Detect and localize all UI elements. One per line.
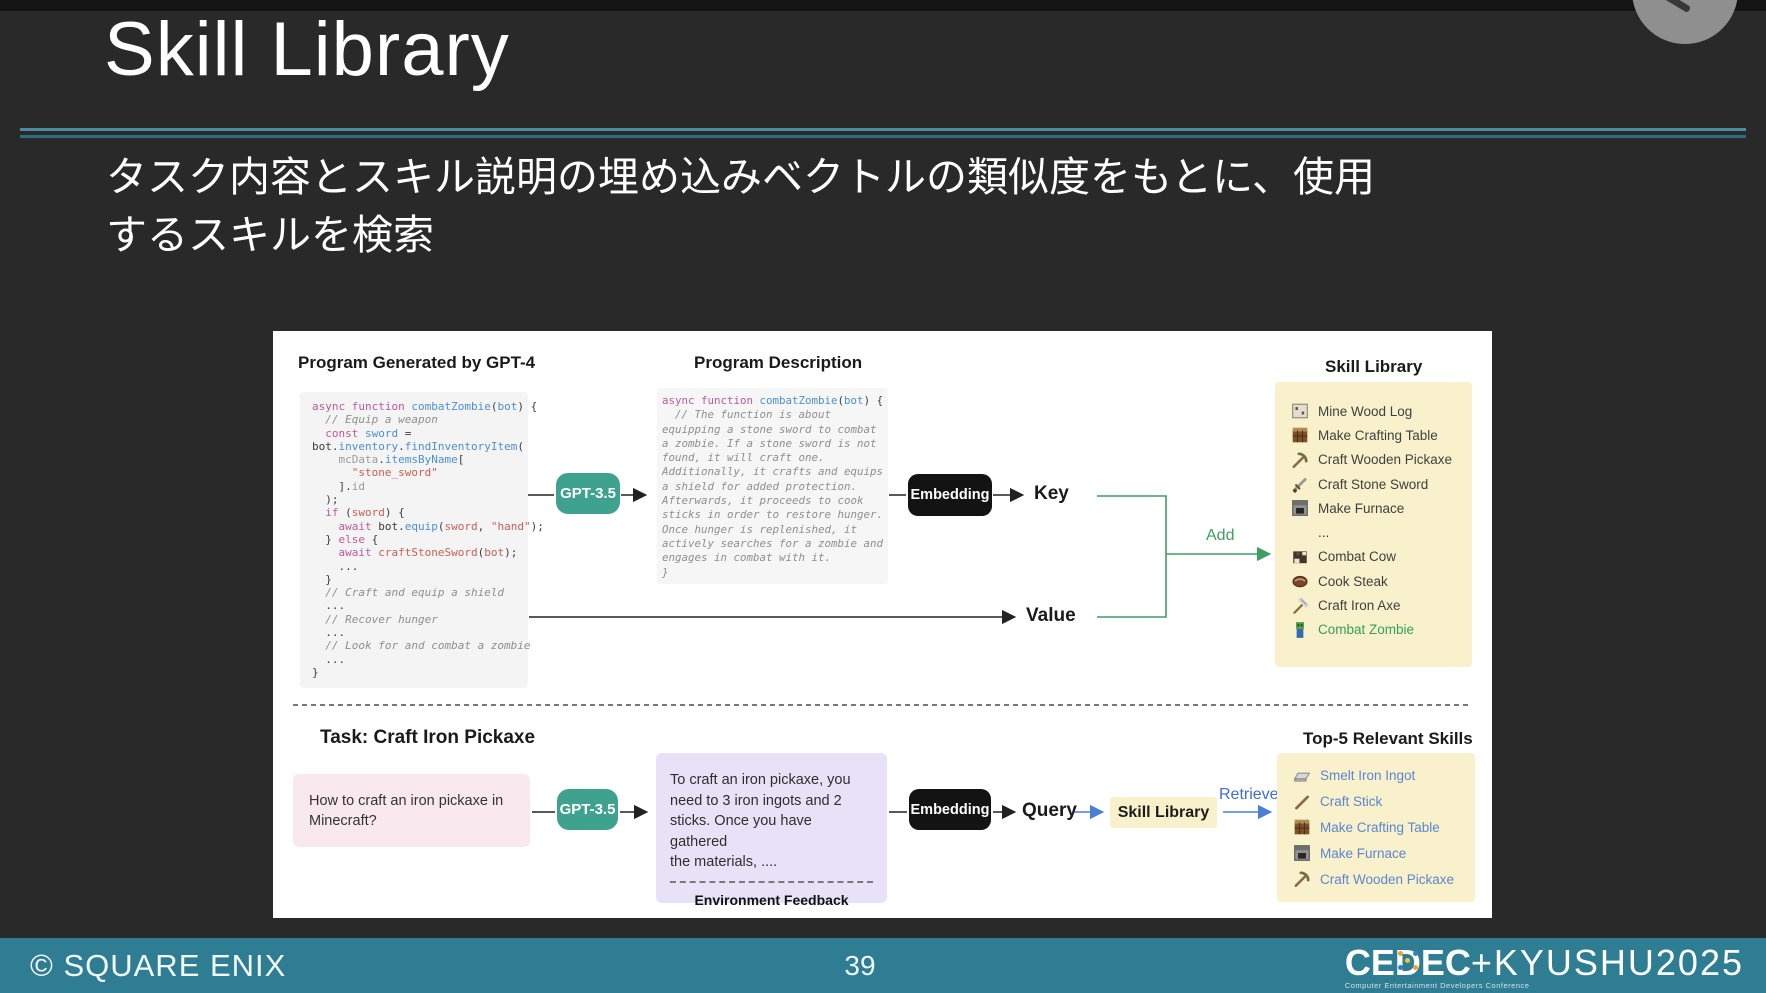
wooden-pickaxe-icon (1293, 870, 1311, 888)
query-label: Query (1022, 800, 1077, 822)
crafting-table-icon (1293, 818, 1311, 836)
footer-bar: © SQUARE ENIX 39 CEDEC +KYUSHU2025 Compu… (0, 938, 1766, 993)
diagram-panel: Program Generated by GPT-4 async functio… (273, 331, 1492, 918)
skill-item: ... (1291, 520, 1472, 544)
key-label: Key (1034, 483, 1069, 505)
cow-icon (1291, 548, 1309, 566)
skill-item-label: Make Furnace (1318, 501, 1404, 516)
gpt35-chip-top: GPT-3.5 (556, 473, 620, 514)
environment-feedback-box: To craft an iron pickaxe, youneed to 3 i… (656, 753, 887, 903)
wooden-pickaxe-icon (1291, 451, 1309, 469)
none-icon (1291, 524, 1309, 542)
skill-item: Combat Zombie (1291, 618, 1472, 642)
skill-item: Make Furnace (1291, 496, 1472, 520)
skill-item: Combat Cow (1291, 545, 1472, 569)
skill-library-title: Skill Library (1325, 357, 1422, 377)
skill-item-label: Make Crafting Table (1318, 428, 1438, 443)
slide: Skill Library タスク内容とスキル説明の埋め込みベクトルの類似度をも… (0, 0, 1766, 993)
furnace-icon (1293, 844, 1311, 862)
task-text: How to craft an iron pickaxe in Minecraf… (309, 791, 514, 831)
stick-icon (1293, 793, 1311, 811)
gpt35-chip-bottom: GPT-3.5 (557, 789, 618, 830)
code-block: async function combatZombie(bot) { // Eq… (300, 392, 528, 688)
skill-library-panel: Mine Wood Log Make Crafting Table Craft Wo… (1275, 382, 1472, 667)
steak-icon (1291, 572, 1309, 590)
skill-item: Mine Wood Log (1291, 399, 1472, 423)
skill-item-label: Craft Iron Axe (1318, 598, 1401, 613)
skill-item: Craft Wooden Pickaxe (1291, 448, 1472, 472)
iron-axe-icon (1291, 597, 1309, 615)
embedding-chip-bottom: Embedding (909, 789, 991, 830)
feedback-text: To craft an iron pickaxe, youneed to 3 i… (670, 770, 873, 873)
skill-item-label: Cook Steak (1318, 574, 1388, 589)
iron-ingot-icon (1293, 767, 1311, 785)
skill-item-label: Combat Zombie (1318, 622, 1414, 637)
embedding-chip-top: Embedding (908, 474, 992, 516)
feedback-divider (670, 881, 873, 883)
overlay-button-arrow-icon (1656, 0, 1691, 13)
retrieve-label: Retrieve (1219, 786, 1279, 804)
skill-item: Cook Steak (1291, 569, 1472, 593)
title-divider (20, 128, 1746, 138)
skill-item-label: ... (1318, 525, 1329, 540)
skill-item: Make Crafting Table (1293, 815, 1475, 841)
copyright-text: © SQUARE ENIX (30, 938, 286, 993)
wood-log-icon (1291, 402, 1309, 420)
slide-subtitle: タスク内容とスキル説明の埋め込みベクトルの類似度をもとに、使用 するスキルを検索 (106, 148, 1375, 264)
task-box: How to craft an iron pickaxe in Minecraf… (293, 774, 530, 847)
zombie-icon (1291, 621, 1309, 639)
program-description-title: Program Description (694, 353, 862, 373)
cedec-logo-wordmark: CEDEC (1345, 942, 1471, 984)
skill-item-label: Smelt Iron Ingot (1320, 768, 1415, 783)
skill-item: Craft Wooden Pickaxe (1293, 866, 1475, 892)
skill-item: Smelt Iron Ingot (1293, 763, 1475, 789)
top5-title: Top-5 Relevant Skills (1303, 729, 1473, 749)
skill-item-label: Make Furnace (1320, 846, 1406, 861)
skill-library-button: Skill Library (1110, 797, 1217, 828)
cedec-logo: CEDEC +KYUSHU2025 Computer Entertainment… (1345, 942, 1744, 990)
furnace-icon (1291, 499, 1309, 517)
skill-item: Make Crafting Table (1291, 423, 1472, 447)
kyushu2025-text: +KYUSHU2025 (1471, 942, 1744, 984)
crafting-table-icon (1291, 426, 1309, 444)
task-title: Task: Craft Iron Pickaxe (320, 727, 535, 749)
subtitle-line-2: するスキルを検索 (106, 206, 1375, 264)
program-generated-title: Program Generated by GPT-4 (298, 353, 535, 373)
subtitle-line-1: タスク内容とスキル説明の埋め込みベクトルの類似度をもとに、使用 (106, 148, 1375, 206)
page-title: Skill Library (104, 6, 510, 93)
add-label: Add (1206, 527, 1234, 545)
skill-item-label: Craft Wooden Pickaxe (1320, 872, 1454, 887)
skill-item: Craft Stick (1293, 789, 1475, 815)
skill-item-label: Craft Stone Sword (1318, 477, 1428, 492)
skill-item: Craft Iron Axe (1291, 593, 1472, 617)
page-number: 39 (770, 938, 950, 993)
skill-item-label: Mine Wood Log (1318, 404, 1412, 419)
skill-item-label: Make Crafting Table (1320, 820, 1440, 835)
skill-item-label: Craft Wooden Pickaxe (1318, 452, 1452, 467)
stone-sword-icon (1291, 475, 1309, 493)
skill-item-label: Combat Cow (1318, 549, 1396, 564)
value-label: Value (1026, 605, 1076, 627)
top5-panel: Smelt Iron Ingot Craft Stick Make Crafting… (1277, 753, 1475, 902)
description-block: async function combatZombie(bot) { // Th… (657, 388, 888, 584)
skill-item-label: Craft Stick (1320, 794, 1382, 809)
feedback-label: Environment Feedback (670, 890, 873, 911)
cedec-d-dots-icon (1397, 950, 1421, 972)
skill-item: Make Furnace (1293, 840, 1475, 866)
overlay-button[interactable] (1632, 0, 1738, 44)
skill-item: Craft Stone Sword (1291, 472, 1472, 496)
